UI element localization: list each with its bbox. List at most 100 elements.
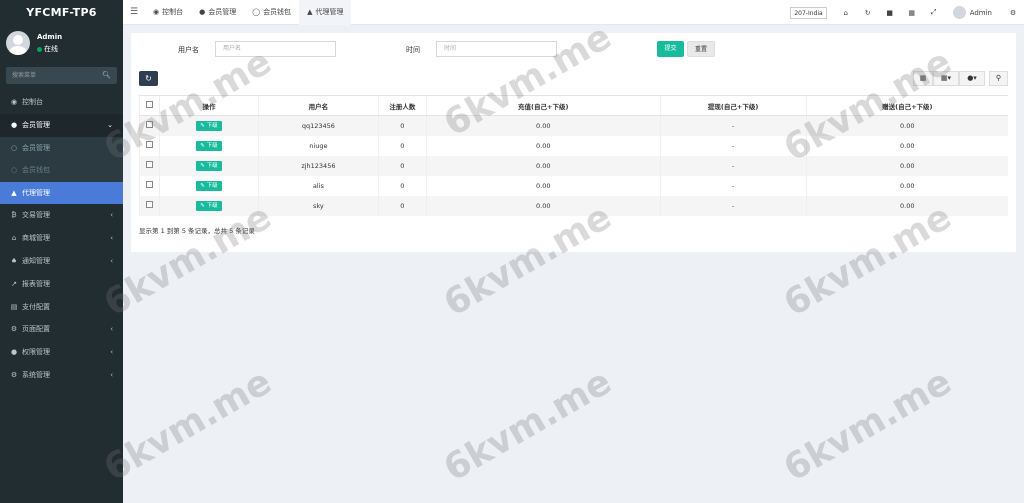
cog-icon: ⚙ (10, 325, 18, 334)
sidebar-search-input[interactable]: 搜索菜单 🔍︎ (6, 67, 117, 84)
home-icon[interactable]: ⌂ (835, 9, 857, 17)
dashboard-icon: ◉ (153, 8, 160, 16)
search-toggle-button[interactable]: ⚲ (989, 71, 1008, 86)
search-icon[interactable]: 🔍︎ (102, 67, 111, 84)
sidebar-item-label: 支付配置 (22, 302, 50, 311)
sidebar-item-agents[interactable]: ▲ 代理管理 (0, 181, 123, 205)
subordinate-button[interactable]: ✎ 下级 (196, 160, 222, 171)
avatar[interactable] (952, 6, 966, 19)
chevron-left-icon: ‹ (110, 211, 113, 220)
sidebar-item-label: 权限管理 (22, 348, 50, 357)
row-checkbox[interactable] (139, 115, 160, 136)
sidebar-subitem-member-wallet[interactable]: ○ 会员钱包 (0, 159, 123, 182)
wallet-icon: ◯ (252, 8, 261, 16)
cell-registrations: 0 (377, 135, 427, 156)
user-icon: ● (10, 120, 18, 129)
table-row[interactable]: ✎ 下级 niuge 0 0.00 - 0.00 (139, 135, 1008, 156)
region-select[interactable]: 207-India (790, 6, 827, 19)
cell-gift: 0.00 (805, 155, 1008, 176)
sidebar-item-dashboard[interactable]: ◉ 控制台 (0, 91, 123, 114)
cell-gift: 0.00 (805, 175, 1008, 196)
watermark: 6kvm.me (777, 361, 959, 490)
col-header-registrations[interactable]: 注册人数 (377, 95, 427, 116)
username-label: 用户名 (178, 46, 199, 54)
row-checkbox[interactable] (139, 195, 160, 216)
avatar (6, 31, 30, 55)
sidebar-item-label: 系统管理 (22, 370, 50, 379)
subordinate-button[interactable]: ✎ 下级 (196, 140, 222, 151)
reset-button[interactable]: 重置 (687, 41, 715, 57)
user-status: 在线 (37, 44, 58, 54)
col-header-recharge[interactable]: 充值(自己+下级) (425, 95, 661, 116)
tab-wallet[interactable]: ◯ 会员钱包 (244, 0, 299, 25)
col-header-username[interactable]: 用户名 (257, 95, 379, 116)
sidebar-item-members[interactable]: ● 会员管理 ⌄ (0, 113, 123, 137)
sidebar-item-system[interactable]: ⚙ 系统管理 ‹ (0, 364, 123, 387)
toggle-view-button[interactable]: ▦ (913, 71, 933, 86)
refresh-icon[interactable]: ↻ (857, 9, 879, 17)
sidebar-submenu-members: ○ 会员管理 ○ 会员钱包 (0, 136, 123, 182)
translate-icon[interactable]: ▦ (901, 9, 923, 17)
sidebar-item-notify[interactable]: ♠ 通知管理 ‹ (0, 250, 123, 273)
sidebar-item-page-config[interactable]: ⚙ 页面配置 ‹ (0, 318, 123, 341)
row-checkbox[interactable] (139, 135, 160, 156)
brand-logo[interactable]: YFCMF-TP6 (0, 0, 123, 25)
cell-recharge: 0.00 (425, 195, 661, 216)
columns-dropdown-button[interactable]: ▦▾ (933, 71, 959, 86)
col-header-withdraw[interactable]: 提现(自己+下级) (659, 95, 807, 116)
menu-toggle-icon[interactable]: ☰ (123, 7, 145, 17)
col-header-gift[interactable]: 赠送(自己+下级) (805, 95, 1008, 116)
sidebar-item-label: 会员钱包 (22, 166, 50, 175)
tab-members[interactable]: ● 会员管理 (191, 0, 244, 25)
fullscreen-icon[interactable]: ⤢ (923, 8, 945, 17)
subordinate-button[interactable]: ✎ 下级 (196, 180, 222, 191)
user-status-text: 在线 (44, 45, 58, 53)
select-all-checkbox[interactable] (139, 95, 160, 116)
time-input[interactable]: 时间 (436, 41, 557, 57)
table-row[interactable]: ✎ 下级 zjh123456 0 0.00 - 0.00 (139, 155, 1008, 176)
search-icon: ⚲ (995, 74, 1002, 82)
cogs-icon: ⚙ (10, 370, 18, 379)
refresh-icon: ↻ (145, 74, 152, 83)
subordinate-label: 下级 (206, 122, 218, 129)
circle-icon: ○ (10, 166, 18, 175)
tab-dashboard[interactable]: ◉ 控制台 (145, 0, 191, 25)
sidebar-item-mall[interactable]: ⌂ 商城管理 ‹ (0, 227, 123, 250)
dashboard-icon: ◉ (10, 98, 18, 106)
subordinate-button[interactable]: ✎ 下级 (196, 200, 222, 211)
refresh-button[interactable]: ↻ (139, 71, 158, 86)
cell-registrations: 0 (377, 155, 427, 176)
col-header-action[interactable]: 操作 (158, 95, 259, 116)
table-row[interactable]: ✎ 下级 alis 0 0.00 - 0.00 (139, 175, 1008, 196)
chevron-left-icon: ‹ (110, 234, 113, 243)
sidebar-item-payment[interactable]: ▤ 支付配置 (0, 296, 123, 319)
subordinate-label: 下级 (206, 182, 218, 189)
table-row[interactable]: ✎ 下级 qq123456 0 0.00 - 0.00 (139, 115, 1008, 136)
export-dropdown-button[interactable]: ●▾ (959, 71, 985, 86)
sidebar-subitem-member-manage[interactable]: ○ 会员管理 (0, 137, 123, 160)
sidebar-item-report[interactable]: ↗ 报表管理 (0, 273, 123, 296)
sidebar-item-trade[interactable]: ₿ 交易管理 ‹ (0, 204, 123, 227)
bell-icon: ♠ (10, 256, 18, 265)
cell-gift: 0.00 (805, 115, 1008, 136)
sidebar-search-placeholder: 搜索菜单 (12, 72, 37, 79)
home-icon: ⌂ (11, 234, 17, 243)
table-row[interactable]: ✎ 下级 sky 0 0.00 - 0.00 (139, 195, 1008, 216)
tab-agents[interactable]: ▲ 代理管理 (299, 0, 352, 25)
subordinate-button[interactable]: ✎ 下级 (196, 120, 222, 131)
cell-recharge: 0.00 (425, 115, 661, 136)
row-checkbox[interactable] (139, 175, 160, 196)
online-dot-icon (37, 46, 42, 52)
cell-recharge: 0.00 (425, 135, 661, 156)
top-navbar-right: 207-India ⌂ ↻ ■ ▦ ⤢ Admin ⚙ (790, 0, 1024, 25)
trash-icon[interactable]: ■ (879, 9, 901, 17)
sidebar-item-permission[interactable]: ● 权限管理 ‹ (0, 341, 123, 364)
sitemap-icon: ▲ (11, 188, 17, 197)
time-label: 时间 (406, 46, 420, 54)
cogs-icon[interactable]: ⚙ (1002, 9, 1024, 17)
top-user-name[interactable]: Admin (970, 9, 992, 17)
chart-icon: ↗ (11, 279, 17, 288)
row-checkbox[interactable] (139, 155, 160, 176)
submit-button[interactable]: 提交 (657, 41, 684, 57)
username-input[interactable]: 用户名 (215, 41, 336, 57)
